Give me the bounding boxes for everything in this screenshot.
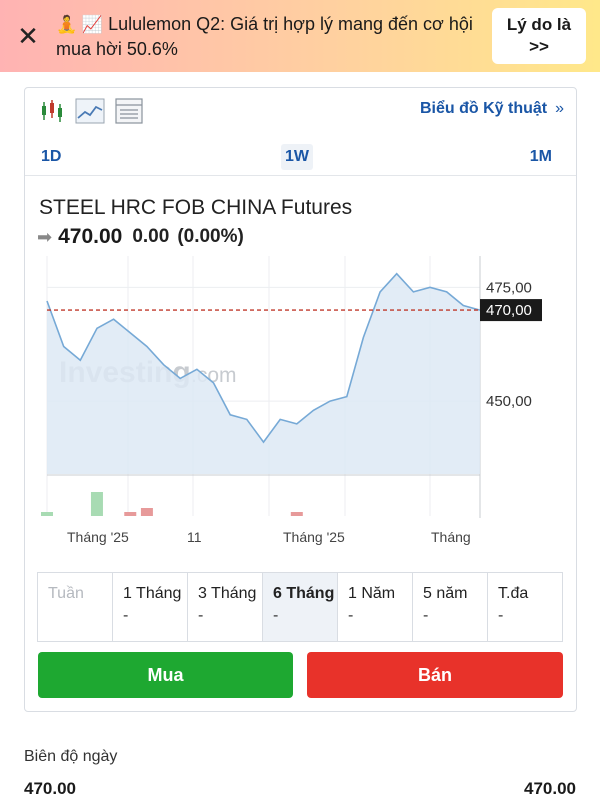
- range-option-label: 5 năm: [423, 585, 468, 602]
- range-option-label: 1 Năm: [348, 585, 396, 602]
- range-option-value: -: [123, 607, 129, 624]
- range-option[interactable]: 1 Tháng -: [113, 573, 188, 641]
- x-tick-label: Tháng '25: [67, 529, 129, 545]
- y-tick-label: 450,00: [486, 393, 532, 410]
- price-area: [47, 273, 480, 474]
- sell-button[interactable]: Bán: [307, 652, 563, 698]
- interval-selector: 1D 1W 1M: [25, 140, 576, 176]
- interval-1w[interactable]: 1W: [281, 144, 313, 170]
- promo-banner: ✕ 🧘 📈 Lululemon Q2: Giá trị hợp lý mang …: [0, 0, 600, 72]
- price-change-percent: (0.00%): [177, 226, 244, 247]
- price-row: ➡ 470.00 0.00 (0.00%): [37, 225, 252, 249]
- table-icon[interactable]: [115, 98, 143, 124]
- y-tick-label: 475,00: [486, 279, 532, 296]
- range-selector: Tuần 1 Tháng -3 Tháng -6 Tháng -1 Năm -5 năm -…: [37, 572, 563, 642]
- x-tick-label: Tháng: [431, 529, 471, 545]
- range-option-value: -: [423, 607, 429, 624]
- range-option-label: 6 Tháng: [273, 585, 335, 602]
- day-range-low: 470.00: [24, 779, 76, 798]
- price-chart[interactable]: Investing .com 475,00450,00470,00 Tháng …: [25, 256, 578, 556]
- volume-bar: [290, 512, 303, 516]
- technical-chart-label: Biểu đồ Kỹ thuật: [419, 100, 548, 117]
- volume-bars: [41, 492, 303, 516]
- range-option-label: Tuần: [48, 585, 84, 602]
- instrument-name: STEEL HRC FOB CHINA Futures: [39, 196, 353, 219]
- unchanged-arrow-icon: ➡: [37, 226, 53, 247]
- y-axis: 475,00 450,00 470,00: [480, 279, 542, 410]
- range-option[interactable]: 5 năm -: [413, 573, 488, 641]
- double-chevron-right-icon: »: [555, 100, 564, 117]
- volume-bar: [140, 508, 153, 516]
- range-option[interactable]: 6 Tháng -: [263, 573, 338, 641]
- range-option-label: T.đa: [498, 585, 529, 602]
- banner-message[interactable]: 🧘 📈 Lululemon Q2: Giá trị hợp lý mang đế…: [56, 12, 492, 61]
- chart-card: Biểu đồ Kỹ thuật » 1D 1W 1M STEEL HRC FOB…: [24, 87, 577, 712]
- close-icon[interactable]: ✕: [0, 21, 56, 52]
- last-price: 470.00: [58, 225, 123, 248]
- banner-text: Lululemon Q2: Giá trị hợp lý mang đến cơ…: [56, 13, 473, 59]
- range-option-label: 3 Tháng: [198, 585, 257, 602]
- technical-chart-link[interactable]: Biểu đồ Kỹ thuật »: [420, 100, 564, 118]
- x-tick-label: 11: [187, 529, 202, 545]
- range-option-value: -: [348, 607, 354, 624]
- range-option-value: -: [273, 607, 279, 624]
- volume-bar: [124, 512, 137, 516]
- current-price-label: 470,00: [486, 302, 532, 319]
- x-axis: Tháng '25 11 Tháng '25 Tháng: [67, 529, 471, 545]
- price-change: 0.00: [132, 226, 170, 247]
- candlestick-chart-icon[interactable]: [39, 98, 65, 124]
- line-chart-icon[interactable]: [75, 98, 105, 124]
- volume-bar: [41, 512, 53, 516]
- day-range-high: 470.00: [524, 779, 576, 798]
- reason-button[interactable]: Lý do là >>: [492, 8, 586, 64]
- banner-emojis: 🧘 📈: [56, 14, 104, 34]
- range-option[interactable]: 3 Tháng -: [188, 573, 263, 641]
- x-tick-label: Tháng '25: [283, 529, 345, 545]
- interval-1d[interactable]: 1D: [37, 144, 65, 170]
- range-option-value: -: [198, 607, 204, 624]
- range-option[interactable]: 1 Năm -: [338, 573, 413, 641]
- range-option-label: 1 Tháng: [123, 585, 182, 602]
- range-option[interactable]: T.đa -: [488, 573, 562, 641]
- buy-button[interactable]: Mua: [38, 652, 293, 698]
- interval-1m[interactable]: 1M: [526, 144, 556, 170]
- range-option-value: -: [498, 607, 504, 624]
- day-range-label: Biên độ ngày: [24, 748, 118, 765]
- chart-toolbar: Biểu đồ Kỹ thuật »: [25, 88, 576, 134]
- range-option[interactable]: Tuần: [38, 573, 113, 641]
- volume-bar: [90, 492, 103, 516]
